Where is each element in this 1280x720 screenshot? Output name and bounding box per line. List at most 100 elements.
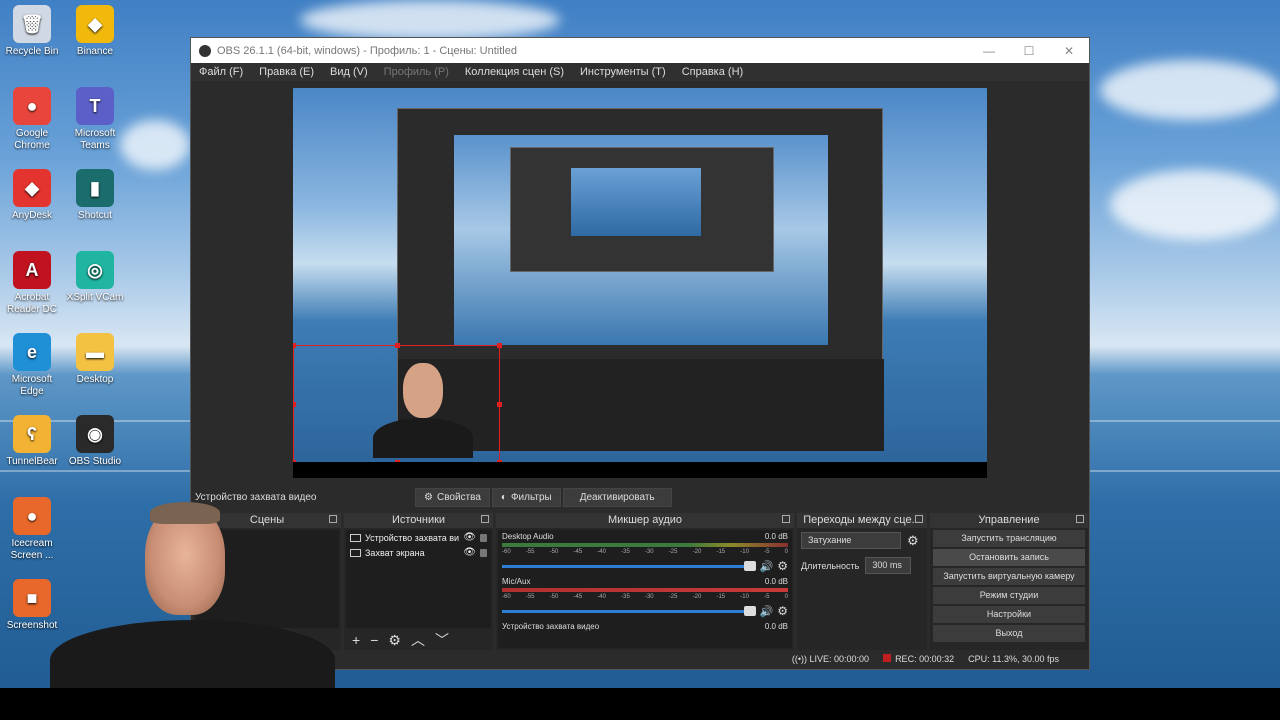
control-button[interactable]: Остановить запись (933, 549, 1085, 566)
volume-slider-knob[interactable] (743, 605, 756, 616)
desktop-icon-label: TunnelBear (6, 456, 58, 467)
resize-handle[interactable] (293, 402, 296, 407)
desktop-icon[interactable]: ʕ TunnelBear (2, 415, 62, 468)
gear-icon[interactable]: ⚙ (388, 632, 401, 649)
webcam-overlay (50, 500, 335, 690)
transition-select[interactable]: Затухание (801, 532, 901, 549)
volume-slider-knob[interactable] (743, 560, 756, 571)
meter-tick: -55 (525, 549, 535, 555)
move-down-icon[interactable]: ﹀ (435, 630, 449, 650)
resize-handle[interactable] (497, 402, 502, 407)
mixer-dock-header: Микшер аудио (496, 513, 794, 528)
mixer-dock: Микшер аудио Desktop Audio 0.0 dB -60 -55 -5… (496, 513, 794, 650)
desktop-icon[interactable]: ▬ Desktop (65, 333, 125, 386)
source-item[interactable]: Устройство захвата ви 👁 (346, 530, 491, 545)
visibility-icon[interactable]: 👁 (463, 532, 476, 543)
meter-tick: -5 (764, 594, 770, 600)
meter-scale: -60 -55 -50 -45 -40 -35 -30 -25 -20 -15 -10 -5 0 (502, 594, 788, 602)
visibility-icon[interactable]: 👁 (463, 547, 476, 558)
desktop-icon[interactable]: e Microsoft Edge (2, 333, 62, 398)
mixer-channel-name: Mic/Aux (502, 577, 531, 586)
desktop-icon[interactable]: 🗑 Recycle Bin (2, 5, 62, 58)
control-button[interactable]: Запустить виртуальную камеру (933, 568, 1085, 585)
duration-input[interactable]: 300 ms (865, 557, 912, 574)
speaker-icon[interactable]: 🔊 (760, 560, 774, 573)
desktop-icon-image: T (76, 87, 114, 125)
control-button[interactable]: Выход (933, 625, 1085, 642)
gear-icon[interactable]: ⚙ (777, 559, 788, 573)
desktop-icon[interactable]: A Acrobat Reader DC (2, 251, 62, 316)
gear-icon[interactable]: ⚙ (907, 533, 919, 549)
resize-handle[interactable] (293, 343, 296, 348)
desktop-icon-image: ʕ (13, 415, 51, 453)
maximize-button[interactable]: ☐ (1009, 44, 1049, 58)
menu-item[interactable]: Вид (V) (322, 66, 376, 78)
menu-item[interactable]: Файл (F) (191, 66, 251, 78)
meter-tick: -55 (525, 594, 535, 600)
mixer-channel: Mic/Aux 0.0 dB -60 -55 -50 -45 -40 -35 -30 -25 -20… (498, 575, 792, 620)
desktop-icon-label: Microsoft Teams (74, 128, 116, 151)
properties-button[interactable]: ⚙ Свойства (415, 487, 490, 507)
monitor-icon (350, 548, 361, 557)
menu-item[interactable]: Коллекция сцен (S) (457, 66, 572, 78)
gear-icon[interactable]: ⚙ (777, 604, 788, 618)
minimize-button[interactable]: — (969, 44, 1009, 58)
desktop-icon[interactable]: T Microsoft Teams (65, 87, 125, 152)
volume-fader-row: 🔊 ⚙ (502, 604, 788, 618)
duration-label: Длительность (801, 560, 860, 571)
mixer-channel: Устройство захвата видео 0.0 dB (498, 620, 792, 633)
title-bar[interactable]: OBS 26.1.1 (64-bit, windows) - Профиль: … (191, 38, 1089, 63)
transition-value: Затухание (808, 535, 852, 545)
webcam-preview (373, 358, 473, 458)
desktop-icon-image: ▮ (76, 169, 114, 207)
volume-slider[interactable] (502, 560, 756, 571)
volume-meter (502, 588, 788, 592)
desktop-icon-label: Desktop (76, 374, 114, 385)
preview-canvas[interactable] (293, 88, 987, 478)
source-label: Устройство захвата ви (365, 532, 460, 543)
controls-dock-header: Управление (930, 513, 1088, 528)
move-up-icon[interactable]: ︿ (411, 630, 425, 650)
lock-icon[interactable] (480, 548, 487, 557)
dock-float-icon[interactable] (1076, 515, 1084, 523)
source-item[interactable]: Захват экрана 👁 (346, 545, 491, 560)
menu-item[interactable]: Инструменты (T) (572, 66, 674, 78)
menu-item[interactable]: Правка (E) (251, 66, 322, 78)
meter-tick: -35 (621, 549, 630, 555)
preview-area (191, 81, 1089, 486)
lock-icon[interactable] (480, 533, 487, 542)
desktop-icon[interactable]: ◉ OBS Studio (65, 415, 125, 468)
dock-float-icon[interactable] (915, 515, 923, 523)
meter-tick: -5 (764, 549, 770, 555)
control-button[interactable]: Запустить трансляцию (933, 530, 1085, 547)
nested-preview-3 (571, 168, 701, 236)
resize-handle[interactable] (395, 343, 400, 348)
sources-toolbar: + − ⚙ ︿ ﹀ (344, 630, 493, 650)
desktop-icon[interactable]: ◎ XSplit VCam (65, 251, 125, 304)
filter-icon: ◐ (500, 491, 507, 503)
antenna-icon: ((•)) (791, 654, 807, 664)
close-button[interactable]: ✕ (1049, 44, 1089, 58)
dock-float-icon[interactable] (481, 515, 489, 523)
transitions-body: Затухание ⚙ Длительность 300 ms (797, 528, 927, 650)
deactivate-button[interactable]: Деактивировать (562, 487, 672, 507)
desktop-icon-label: Microsoft Edge (11, 374, 53, 397)
mixer-channel-header: Mic/Aux 0.0 dB (502, 577, 788, 586)
remove-icon[interactable]: − (370, 632, 378, 648)
speaker-icon[interactable]: 🔊 (760, 605, 774, 618)
desktop-icon[interactable]: ▮ Shotcut (65, 169, 125, 222)
cloud (1110, 170, 1280, 240)
resize-handle[interactable] (497, 343, 502, 348)
meter-tick: -15 (716, 594, 726, 600)
control-button[interactable]: Режим студии (933, 587, 1085, 604)
add-icon[interactable]: + (352, 632, 360, 648)
filters-button[interactable]: ◐ Фильтры (491, 487, 561, 507)
dock-float-icon[interactable] (782, 515, 790, 523)
volume-slider[interactable] (502, 605, 756, 616)
desktop-icon[interactable]: ◆ Binance (65, 5, 125, 58)
menu-item[interactable]: Справка (H) (674, 66, 751, 78)
transitions-dock-header: Переходы между сце... (797, 513, 927, 528)
desktop-icon[interactable]: ● Google Chrome (2, 87, 62, 152)
desktop-icon[interactable]: ◆ AnyDesk (2, 169, 62, 222)
control-button[interactable]: Настройки (933, 606, 1085, 623)
